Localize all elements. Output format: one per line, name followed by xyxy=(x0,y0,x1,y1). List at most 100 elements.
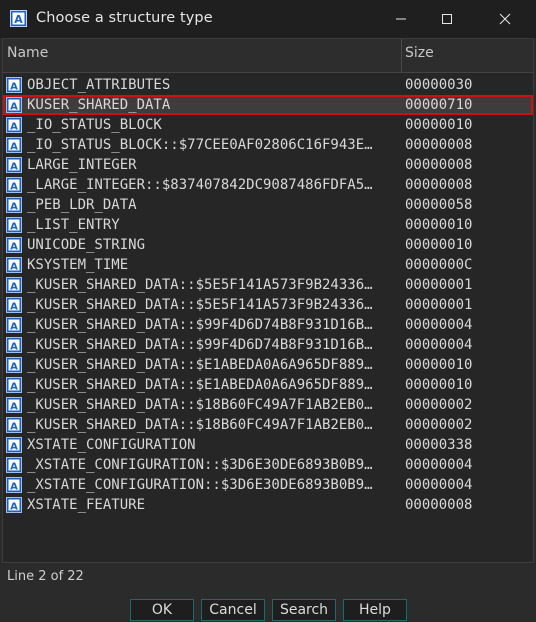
list-item[interactable]: A LARGE_INTEGER 00000008 xyxy=(3,155,533,175)
structure-size: 00000002 xyxy=(405,417,473,433)
structure-size: 00000010 xyxy=(405,357,473,373)
structure-type-icon: A xyxy=(6,497,22,513)
structure-size: 00000008 xyxy=(405,137,473,153)
structure-size: 00000008 xyxy=(405,157,473,173)
structure-name: XSTATE_FEATURE xyxy=(27,497,146,513)
list-item[interactable]: A _IO_STATUS_BLOCK 00000010 xyxy=(3,115,533,135)
structure-name: _LIST_ENTRY xyxy=(27,217,120,233)
svg-text:A: A xyxy=(10,481,18,492)
structure-type-icon: A xyxy=(6,177,22,193)
structure-type-icon: A xyxy=(6,277,22,293)
structure-type-icon: A xyxy=(6,337,22,353)
structure-type-icon: A xyxy=(6,417,22,433)
structure-list[interactable]: Name Size A OBJECT_ATTRIBUTES 00000030 A KUS… xyxy=(2,38,534,563)
cancel-button[interactable]: Cancel xyxy=(201,599,265,621)
list-item[interactable]: A _KUSER_SHARED_DATA::$5E5F141A573F9B2433… xyxy=(3,275,533,295)
list-item[interactable]: A _XSTATE_CONFIGURATION::$3D6E30DE6893B0B… xyxy=(3,475,533,495)
svg-text:A: A xyxy=(10,281,18,292)
structure-size: 00000001 xyxy=(405,297,473,313)
structure-type-icon: A xyxy=(6,437,22,453)
list-item[interactable]: A XSTATE_CONFIGURATION 00000338 xyxy=(3,435,533,455)
structure-size: 00000008 xyxy=(405,177,473,193)
list-item[interactable]: A _KUSER_SHARED_DATA::$99F4D6D74B8F931D16… xyxy=(3,335,533,355)
list-item[interactable]: A _LIST_ENTRY 00000010 xyxy=(3,215,533,235)
list-item[interactable]: A _KUSER_SHARED_DATA::$E1ABEDA0A6A965DF88… xyxy=(3,375,533,395)
list-item[interactable]: A _PEB_LDR_DATA 00000058 xyxy=(3,195,533,215)
maximize-button[interactable] xyxy=(424,0,470,38)
svg-text:A: A xyxy=(10,201,18,212)
svg-text:A: A xyxy=(14,13,23,26)
svg-text:A: A xyxy=(10,121,18,132)
structure-type-icon: A xyxy=(6,377,22,393)
structure-size: 00000058 xyxy=(405,197,473,213)
svg-text:A: A xyxy=(10,81,18,92)
structure-type-icon: A xyxy=(6,317,22,333)
help-button[interactable]: Help xyxy=(343,599,407,621)
structure-name: UNICODE_STRING xyxy=(27,237,146,253)
structure-size: 00000004 xyxy=(405,337,473,353)
list-item[interactable]: A _XSTATE_CONFIGURATION::$3D6E30DE6893B0B… xyxy=(3,455,533,475)
structure-name: _KUSER_SHARED_DATA::$18B60FC49A7F1AB2EB0… xyxy=(27,417,373,433)
minimize-icon xyxy=(396,18,406,20)
structure-name: _KUSER_SHARED_DATA::$99F4D6D74B8F931D16B… xyxy=(27,337,373,353)
structure-type-icon: A xyxy=(6,297,22,313)
svg-text:A: A xyxy=(10,501,18,512)
list-item[interactable]: A _KUSER_SHARED_DATA::$99F4D6D74B8F931D16… xyxy=(3,315,533,335)
structure-size: 00000008 xyxy=(405,497,473,513)
search-button[interactable]: Search xyxy=(272,599,336,621)
structure-type-icon: A xyxy=(6,217,22,233)
structure-type-icon: A xyxy=(6,137,22,153)
structure-size: 00000004 xyxy=(405,457,473,473)
list-item[interactable]: A _IO_STATUS_BLOCK::$77CEE0AF02806C16F943… xyxy=(3,135,533,155)
svg-text:A: A xyxy=(10,181,18,192)
svg-text:A: A xyxy=(10,221,18,232)
minimize-button[interactable] xyxy=(378,0,424,38)
column-divider[interactable] xyxy=(401,39,402,73)
structure-name: _PEB_LDR_DATA xyxy=(27,197,137,213)
structure-size: 0000000C xyxy=(405,257,473,273)
window-title: Choose a structure type xyxy=(36,10,213,26)
list-item[interactable]: A XSTATE_FEATURE 00000008 xyxy=(3,495,533,515)
structure-size: 00000004 xyxy=(405,317,473,333)
svg-text:A: A xyxy=(10,321,18,332)
title-bar[interactable]: A Choose a structure type xyxy=(0,0,536,38)
column-header-name[interactable]: Name xyxy=(7,45,48,61)
svg-text:A: A xyxy=(10,341,18,352)
column-header-size[interactable]: Size xyxy=(405,45,434,61)
status-line: Line 2 of 22 xyxy=(7,569,84,584)
list-item[interactable]: A KSYSTEM_TIME 0000000C xyxy=(3,255,533,275)
list-item[interactable]: A _KUSER_SHARED_DATA::$E1ABEDA0A6A965DF88… xyxy=(3,355,533,375)
ok-button[interactable]: OK xyxy=(130,599,194,621)
close-icon xyxy=(499,13,511,25)
svg-text:A: A xyxy=(10,381,18,392)
structure-size: 00000001 xyxy=(405,277,473,293)
close-button[interactable] xyxy=(482,0,528,38)
list-item[interactable]: A _KUSER_SHARED_DATA::$18B60FC49A7F1AB2EB… xyxy=(3,415,533,435)
structure-type-icon: A xyxy=(6,197,22,213)
list-item[interactable]: A KUSER_SHARED_DATA 00000710 xyxy=(3,95,533,115)
structure-type-icon: A xyxy=(6,477,22,493)
list-item[interactable]: A UNICODE_STRING 00000010 xyxy=(3,235,533,255)
structure-size: 00000002 xyxy=(405,397,473,413)
structure-name: _KUSER_SHARED_DATA::$5E5F141A573F9B24336… xyxy=(27,277,373,293)
structure-name: _KUSER_SHARED_DATA::$18B60FC49A7F1AB2EB0… xyxy=(27,397,373,413)
structure-name: _KUSER_SHARED_DATA::$E1ABEDA0A6A965DF889… xyxy=(27,377,373,393)
structure-size: 00000030 xyxy=(405,77,473,93)
structure-name: _XSTATE_CONFIGURATION::$3D6E30DE6893B0B9… xyxy=(27,457,373,473)
svg-text:A: A xyxy=(10,161,18,172)
structure-name: _IO_STATUS_BLOCK::$77CEE0AF02806C16F943E… xyxy=(27,137,373,153)
svg-text:A: A xyxy=(10,141,18,152)
list-item[interactable]: A _KUSER_SHARED_DATA::$18B60FC49A7F1AB2EB… xyxy=(3,395,533,415)
structure-type-icon: A xyxy=(6,237,22,253)
structure-type-icon: A xyxy=(6,77,22,93)
svg-text:A: A xyxy=(10,441,18,452)
list-item[interactable]: A _KUSER_SHARED_DATA::$5E5F141A573F9B2433… xyxy=(3,295,533,315)
structure-name: KSYSTEM_TIME xyxy=(27,257,129,273)
list-item[interactable]: A _LARGE_INTEGER::$837407842DC9087486FDFA… xyxy=(3,175,533,195)
structure-name: KUSER_SHARED_DATA xyxy=(27,97,171,113)
structure-type-icon: A xyxy=(6,357,22,373)
list-item[interactable]: A OBJECT_ATTRIBUTES 00000030 xyxy=(3,75,533,95)
svg-text:A: A xyxy=(10,301,18,312)
svg-text:A: A xyxy=(10,361,18,372)
structure-type-icon: A xyxy=(6,257,22,273)
